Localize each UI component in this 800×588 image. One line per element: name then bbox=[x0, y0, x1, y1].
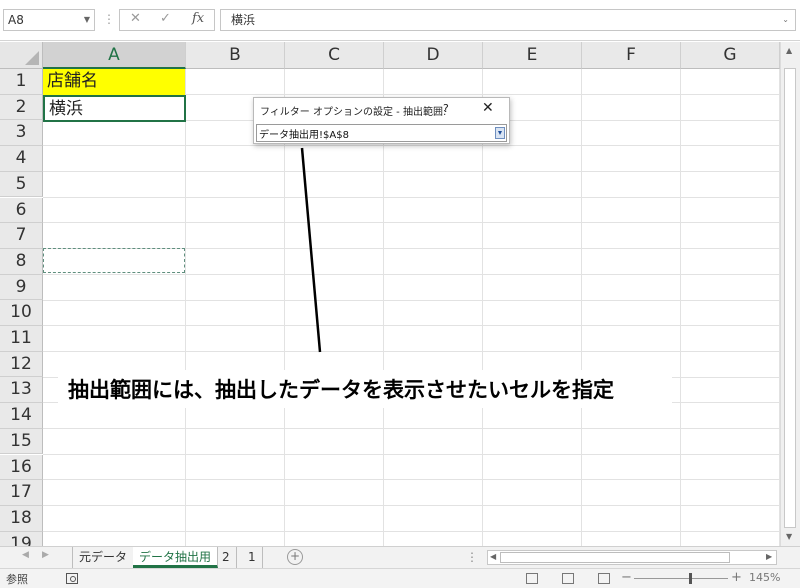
cancel-icon[interactable]: ✕ bbox=[130, 11, 141, 26]
row-header-12[interactable]: 12 bbox=[0, 351, 43, 378]
scroll-down-icon[interactable]: ▼ bbox=[786, 532, 792, 541]
row-header-6[interactable]: 6 bbox=[0, 197, 43, 224]
add-sheet-icon[interactable]: + bbox=[287, 549, 303, 565]
formula-bar-grip-icon: ⋮ bbox=[103, 12, 115, 26]
gridline bbox=[43, 351, 780, 352]
row-header-10[interactable]: 10 bbox=[0, 300, 43, 326]
column-header-f[interactable]: F bbox=[582, 42, 681, 69]
status-mode: 参照 bbox=[6, 573, 28, 586]
row-header-8[interactable]: 8 bbox=[0, 248, 43, 275]
row-header-4[interactable]: 4 bbox=[0, 146, 43, 172]
dialog-title: フィルター オプションの設定 - 抽出範囲: bbox=[260, 107, 447, 118]
formula-input[interactable]: 横浜 ⌄ bbox=[220, 9, 796, 31]
enter-check-icon[interactable]: ✓ bbox=[160, 11, 171, 26]
row-header-5[interactable]: 5 bbox=[0, 171, 43, 198]
zoom-out-icon[interactable]: − bbox=[621, 570, 632, 585]
page-layout-view-icon[interactable] bbox=[562, 573, 574, 584]
expand-dialog-icon[interactable] bbox=[495, 127, 505, 139]
extract-range-value: データ抽出用!$A$8 bbox=[259, 130, 349, 141]
gridline bbox=[43, 222, 780, 223]
formula-bar-buttons: ✕ ✓ fx bbox=[119, 9, 215, 31]
row-header-16[interactable]: 16 bbox=[0, 454, 43, 481]
gridline bbox=[43, 325, 780, 326]
column-header-a[interactable]: A bbox=[43, 42, 186, 69]
extract-range-input[interactable]: データ抽出用!$A$8 bbox=[256, 124, 507, 142]
advanced-filter-extract-range-dialog: フィルター オプションの設定 - 抽出範囲: ? ✕ データ抽出用!$A$8 bbox=[253, 97, 510, 144]
column-header-d[interactable]: D bbox=[384, 42, 483, 69]
row-header-18[interactable]: 18 bbox=[0, 505, 43, 532]
vertical-scrollbar[interactable]: ▲ ▼ bbox=[780, 42, 800, 546]
gridline bbox=[43, 274, 780, 275]
gridline bbox=[43, 428, 780, 429]
row-header-19[interactable]: 19 bbox=[0, 531, 43, 546]
row-header-1[interactable]: 1 bbox=[0, 69, 43, 95]
annotation-caption: 抽出範囲には、抽出したデータを表示させたいセルを指定 bbox=[68, 378, 614, 402]
row-header-11[interactable]: 11 bbox=[0, 326, 43, 352]
column-header-b[interactable]: B bbox=[186, 42, 285, 69]
row-header-2[interactable]: 2 bbox=[0, 94, 43, 121]
row-header-17[interactable]: 17 bbox=[0, 480, 43, 506]
gridline bbox=[43, 300, 780, 301]
tab-scroll-left-icon[interactable]: ◀ bbox=[22, 550, 29, 560]
row-header-14[interactable]: 14 bbox=[0, 403, 43, 429]
gridline bbox=[43, 505, 780, 506]
expand-formula-bar-icon[interactable]: ⌄ bbox=[782, 10, 789, 30]
vertical-scroll-thumb[interactable] bbox=[784, 68, 796, 528]
tab-split-grip-icon[interactable]: ⋮ bbox=[466, 550, 478, 564]
gridline bbox=[43, 197, 780, 198]
status-bar: 参照 − + 145% bbox=[0, 568, 800, 588]
select-all-corner[interactable] bbox=[0, 42, 43, 69]
zoom-level[interactable]: 145% bbox=[749, 571, 780, 584]
zoom-slider[interactable] bbox=[634, 578, 728, 579]
horizontal-scrollbar[interactable]: ◀ ▶ bbox=[487, 550, 777, 565]
horizontal-scroll-thumb[interactable] bbox=[500, 552, 730, 563]
cell-a2-selected[interactable]: 横浜 bbox=[43, 95, 186, 122]
gridline bbox=[43, 454, 780, 455]
gridline bbox=[680, 69, 681, 546]
sheet-tab-bar: ◀ ▶ 元データ データ抽出用 2 1 + ⋮ ◀ ▶ bbox=[0, 546, 800, 568]
page-break-view-icon[interactable] bbox=[598, 573, 610, 584]
name-box[interactable]: A8 ▼ bbox=[3, 9, 95, 31]
scroll-up-icon[interactable]: ▲ bbox=[786, 46, 792, 55]
gridline bbox=[43, 479, 780, 480]
scroll-right-icon[interactable]: ▶ bbox=[766, 552, 772, 561]
sheet-tab-2[interactable]: 2 bbox=[216, 547, 237, 568]
sheet-tab-extract[interactable]: データ抽出用 bbox=[133, 547, 219, 568]
row-header-15[interactable]: 15 bbox=[0, 428, 43, 455]
normal-view-icon[interactable] bbox=[526, 573, 538, 584]
scroll-left-icon[interactable]: ◀ bbox=[490, 552, 496, 561]
sheet-tab-1[interactable]: 1 bbox=[242, 547, 263, 568]
help-icon[interactable]: ? bbox=[443, 102, 449, 115]
macro-record-icon[interactable] bbox=[66, 573, 78, 584]
row-header-7[interactable]: 7 bbox=[0, 223, 43, 249]
formula-value: 横浜 bbox=[231, 13, 256, 27]
row-header-3[interactable]: 3 bbox=[0, 120, 43, 147]
name-box-dropdown-icon[interactable]: ▼ bbox=[84, 10, 90, 30]
gridline bbox=[43, 145, 780, 146]
formula-bar: A8 ▼ ⋮ ✕ ✓ fx 横浜 ⌄ bbox=[0, 0, 800, 41]
column-header-e[interactable]: E bbox=[483, 42, 582, 69]
cell-a8-range-marquee[interactable] bbox=[43, 248, 185, 273]
insert-function-icon[interactable]: fx bbox=[192, 11, 204, 26]
gridline bbox=[43, 171, 780, 172]
name-box-value: A8 bbox=[8, 13, 24, 27]
gridline bbox=[581, 69, 582, 546]
column-header-g[interactable]: G bbox=[681, 42, 780, 69]
gridline bbox=[185, 69, 186, 546]
sheet-tab-source-data[interactable]: 元データ bbox=[72, 547, 135, 568]
tab-scroll-right-icon[interactable]: ▶ bbox=[42, 550, 49, 560]
gridline bbox=[43, 531, 780, 532]
row-header-13[interactable]: 13 bbox=[0, 377, 43, 404]
zoom-slider-thumb[interactable] bbox=[689, 573, 692, 584]
cell-a1[interactable]: 店舗名 bbox=[43, 69, 185, 95]
close-icon[interactable]: ✕ bbox=[482, 100, 494, 116]
zoom-in-icon[interactable]: + bbox=[731, 570, 742, 585]
column-header-c[interactable]: C bbox=[285, 42, 384, 69]
row-header-9[interactable]: 9 bbox=[0, 274, 43, 301]
